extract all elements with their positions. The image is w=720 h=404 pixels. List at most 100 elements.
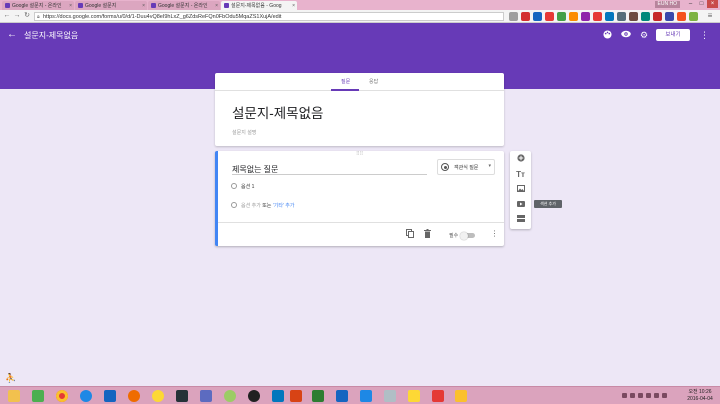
close-window-icon[interactable]: × (707, 0, 718, 8)
kakaotalk-icon[interactable] (455, 390, 467, 402)
extension-icon[interactable] (509, 12, 518, 21)
clock-date: 2016-04-04 (687, 395, 713, 402)
back-arrow-icon[interactable]: ← (6, 29, 18, 41)
app-icon[interactable] (104, 390, 116, 402)
question-type-dropdown[interactable]: 객관식 질문 ▾ (437, 159, 495, 175)
close-tab-icon[interactable]: × (69, 3, 72, 9)
extension-icon[interactable] (629, 12, 638, 21)
extension-icon[interactable] (557, 12, 566, 21)
app-icon[interactable] (128, 390, 140, 402)
app-icon[interactable] (152, 390, 164, 402)
dropdown-arrow-icon: ▾ (488, 163, 491, 169)
browser-tab-3[interactable]: Google 설문지 - 온라인 × (148, 1, 220, 10)
extension-icon[interactable] (653, 12, 662, 21)
add-image-icon[interactable] (515, 184, 526, 195)
extension-icon[interactable] (677, 12, 686, 21)
add-section-icon[interactable] (515, 214, 526, 225)
browser-menu-icon[interactable]: ≡ (706, 12, 714, 20)
app-icon[interactable] (360, 390, 372, 402)
word-icon[interactable] (336, 390, 348, 402)
extension-icon[interactable] (545, 12, 554, 21)
excel-icon[interactable] (312, 390, 324, 402)
extension-icon[interactable] (533, 12, 542, 21)
address-bar[interactable]: 🔒︎ https://docs.google.com/forms/u/0/d/1… (34, 12, 504, 21)
extension-icon[interactable] (689, 12, 698, 21)
palette-icon[interactable] (602, 30, 612, 40)
extension-icon[interactable] (593, 12, 602, 21)
extension-icon[interactable] (641, 12, 650, 21)
drag-handle-icon[interactable]: ⠿⠿ (356, 151, 363, 157)
tray-icon[interactable] (638, 393, 643, 398)
app-icon[interactable] (248, 390, 260, 402)
add-option-input[interactable]: 옵션 추가 또는 '기타' 추가 (241, 202, 294, 209)
add-question-icon[interactable] (515, 154, 526, 165)
add-other-link[interactable]: '기타' 추가 (273, 203, 295, 209)
minimize-icon[interactable]: – (685, 0, 696, 8)
form-name[interactable]: 설문지-제목없음 (24, 30, 78, 41)
form-description-input[interactable]: 설문지 설명 (232, 129, 256, 136)
powerpoint-icon[interactable] (290, 390, 302, 402)
browser-tab-1[interactable]: Google 설문지 - 온라인 × (2, 1, 74, 10)
tray-icon[interactable] (622, 393, 627, 398)
required-toggle[interactable] (460, 231, 475, 240)
file-explorer-icon[interactable] (8, 390, 20, 402)
divider (218, 222, 504, 223)
send-button[interactable]: 보내기 (656, 29, 690, 41)
app-icon[interactable] (200, 390, 212, 402)
close-tab-icon[interactable]: × (292, 3, 295, 9)
monitor-icon[interactable] (176, 390, 188, 402)
back-arrow-icon[interactable]: ← (3, 12, 11, 20)
url-text: https://docs.google.com/forms/u/0/d/1-Du… (43, 14, 282, 20)
browser-tab-2[interactable]: Google 설문지 × (75, 1, 147, 10)
clock[interactable]: 오전 10:26 2016-04-04 (686, 389, 714, 402)
delete-trash-icon[interactable] (423, 229, 432, 239)
user-profile-chip[interactable]: EUN HO (654, 1, 680, 8)
reload-icon[interactable]: ↻ (23, 12, 31, 20)
close-tab-icon[interactable]: × (142, 3, 145, 9)
forms-favicon (78, 3, 83, 8)
volume-icon[interactable] (646, 393, 651, 398)
close-tab-icon[interactable]: × (215, 3, 218, 9)
extension-icon[interactable] (521, 12, 530, 21)
add-option-label[interactable]: 옵션 추가 (241, 203, 261, 209)
drive-icon[interactable] (32, 390, 44, 402)
outlook-icon[interactable] (272, 390, 284, 402)
browser-toolbar: ← → ↻ 🔒︎ https://docs.google.com/forms/u… (0, 10, 720, 23)
forward-arrow-icon[interactable]: → (13, 12, 21, 20)
more-vert-icon[interactable]: ⋮ (490, 229, 499, 239)
extension-icon[interactable] (569, 12, 578, 21)
busy-cursor-icon: ⛹ (5, 373, 17, 383)
extension-icon[interactable] (617, 12, 626, 21)
app-icon[interactable] (384, 390, 396, 402)
chrome-icon[interactable] (56, 390, 68, 402)
taskbar: 오전 10:26 2016-04-04 (0, 386, 720, 404)
copy-icon[interactable] (405, 229, 414, 239)
tab-title: 설문지-제목없음 - Goog (231, 3, 282, 9)
option-radio-icon (231, 202, 237, 208)
star-icon[interactable] (408, 390, 420, 402)
active-tab-indicator (331, 89, 359, 91)
more-vert-icon[interactable]: ⋮ (700, 29, 709, 41)
browser-tab-active[interactable]: 설문지-제목없음 - Goog × (221, 1, 297, 10)
preview-eye-icon[interactable] (621, 30, 631, 40)
question-title-input[interactable]: 제목없는 질문 (232, 164, 427, 175)
language-icon[interactable] (662, 393, 667, 398)
network-icon[interactable] (654, 393, 659, 398)
add-video-icon[interactable] (515, 199, 526, 210)
maximize-icon[interactable]: □ (696, 0, 707, 8)
form-title-input[interactable]: 설문지-제목없음 (232, 102, 323, 122)
settings-gear-icon[interactable]: ⚙ (639, 30, 649, 40)
extension-icon[interactable] (605, 12, 614, 21)
tray-icon[interactable] (630, 393, 635, 398)
app-icon[interactable] (224, 390, 236, 402)
app-icon[interactable] (432, 390, 444, 402)
add-title-icon[interactable]: Tт (515, 169, 526, 180)
ie-icon[interactable] (80, 390, 92, 402)
tab-questions[interactable]: 질문 (341, 78, 350, 85)
forms-favicon (224, 3, 229, 8)
extension-icon[interactable] (581, 12, 590, 21)
extension-icon[interactable] (665, 12, 674, 21)
form-tabs: 질문 응답 (215, 73, 504, 91)
option-1-text[interactable]: 옵션 1 (241, 183, 254, 190)
tab-responses[interactable]: 응답 (369, 78, 378, 85)
